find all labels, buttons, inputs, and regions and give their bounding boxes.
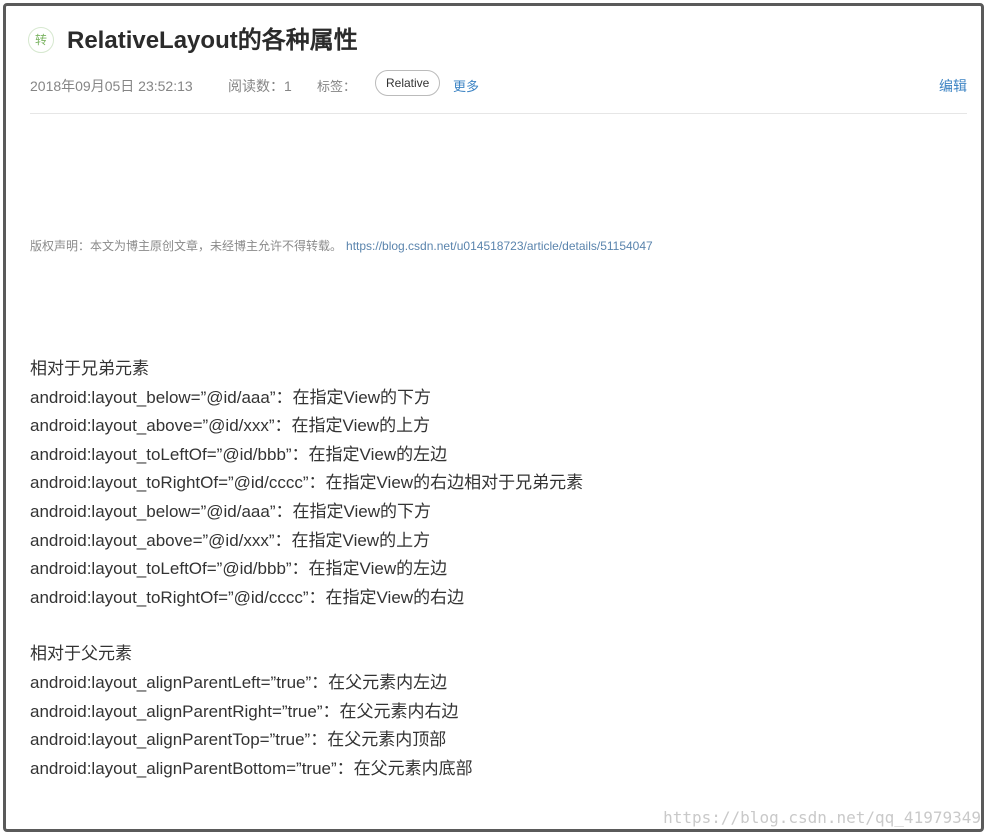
publish-date: 2018年09月05日 23:52:13 bbox=[30, 78, 193, 94]
article-title: RelativeLayout的各种属性 bbox=[67, 27, 358, 54]
content-line: android:layout_above=”@id/xxx”：在指定View的上… bbox=[30, 416, 431, 436]
watermark: https://blog.csdn.net/qq_41979349 bbox=[663, 808, 981, 827]
content-line: android:layout_toRightOf=”@id/cccc”：在指定V… bbox=[30, 473, 584, 493]
article-body: 相对于兄弟元素 android:layout_below=”@id/aaa”：在… bbox=[30, 355, 960, 783]
content-line: android:layout_toRightOf=”@id/cccc”：在指定V… bbox=[30, 587, 465, 607]
content-line: android:layout_alignParentTop=”true”：在父元… bbox=[30, 730, 447, 750]
tag-relative[interactable]: Relative bbox=[375, 70, 441, 96]
edit-link[interactable]: 编辑 bbox=[939, 76, 967, 96]
content-line: android:layout_alignParentLeft=”true”：在父… bbox=[30, 672, 448, 692]
section-heading-siblings: 相对于兄弟元素 bbox=[30, 359, 149, 378]
content-line: android:layout_toLeftOf=”@id/bbb”：在指定Vie… bbox=[30, 444, 448, 464]
header-divider bbox=[30, 113, 967, 114]
section-heading-parent: 相对于父元素 bbox=[30, 644, 132, 664]
content-line: android:layout_toLeftOf=”@id/bbb”：在指定Vie… bbox=[30, 559, 448, 579]
repost-badge-icon: 转 bbox=[28, 27, 54, 53]
read-count: 阅读数：1 bbox=[228, 78, 292, 94]
more-tags-link[interactable]: 更多 bbox=[453, 76, 479, 95]
copyright-notice: 版权声明：本文为博主原创文章，未经博主允许不得转载。 https://blog.c… bbox=[30, 237, 653, 254]
tags-label: 标签： bbox=[317, 79, 357, 94]
content-line: android:layout_below=”@id/aaa”：在指定View的下… bbox=[30, 501, 432, 521]
content-line: android:layout_alignParentBottom=”true”：… bbox=[30, 758, 473, 778]
content-line: android:layout_above=”@id/xxx”：在指定View的上… bbox=[30, 530, 431, 550]
content-line: android:layout_alignParentRight=”true”：在… bbox=[30, 701, 459, 721]
content-line: android:layout_below=”@id/aaa”：在指定View的下… bbox=[30, 387, 432, 407]
copyright-text: 版权声明：本文为博主原创文章，未经博主允许不得转载。 bbox=[30, 239, 343, 253]
source-link[interactable]: https://blog.csdn.net/u014518723/article… bbox=[346, 239, 653, 253]
article-meta: 2018年09月05日 23:52:13 阅读数：1 标签： Relative … bbox=[30, 70, 967, 102]
